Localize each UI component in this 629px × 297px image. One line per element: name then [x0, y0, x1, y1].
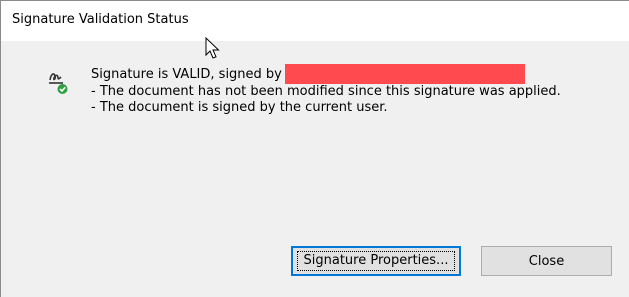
valid-status-text: Signature is VALID, signed by	[91, 67, 282, 82]
signature-properties-label: Signature Properties...	[296, 251, 456, 271]
close-button[interactable]: Close	[481, 246, 612, 276]
not-modified-line: - The document has not been modified sin…	[91, 84, 561, 99]
dialog-title: Signature Validation Status	[12, 12, 189, 27]
mouse-pointer-icon	[205, 36, 221, 61]
signature-validation-dialog: Signature Validation Status Signature is…	[0, 0, 629, 297]
valid-status-line: Signature is VALID, signed by	[91, 64, 561, 84]
validation-message: Signature is VALID, signed by - The docu…	[91, 64, 561, 116]
signed-by-current-user-line: - The document is signed by the current …	[91, 100, 388, 115]
dialog-title-bar: Signature Validation Status	[1, 1, 629, 41]
redacted-signer-name	[284, 64, 525, 84]
close-button-label: Close	[528, 253, 565, 269]
signature-properties-button[interactable]: Signature Properties...	[291, 246, 461, 276]
signature-valid-icon	[47, 68, 71, 96]
